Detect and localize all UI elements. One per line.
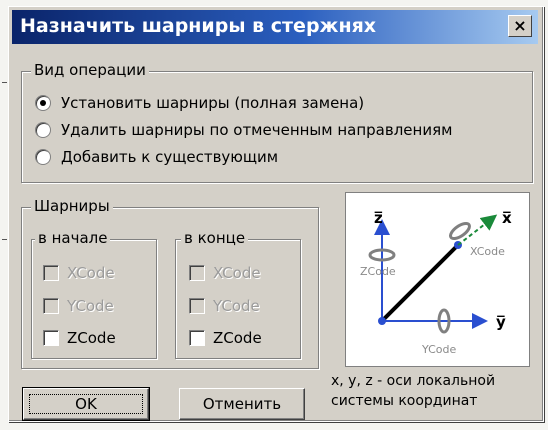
axis-z-label: z̅ xyxy=(374,209,383,227)
checkbox-label: XCode xyxy=(67,264,115,282)
end-ycode-checkbox[interactable]: YCode xyxy=(189,297,260,315)
checkbox-label: YCode xyxy=(67,297,114,315)
xcode-rotation-icon xyxy=(449,221,471,241)
ycode-label: YCode xyxy=(421,343,457,356)
radio-button[interactable] xyxy=(35,149,51,165)
hinges-start-legend: в начале xyxy=(35,229,111,247)
end-zcode-checkbox[interactable]: ZCode xyxy=(189,329,262,347)
checkbox-box[interactable] xyxy=(43,265,59,281)
checkbox-label: YCode xyxy=(213,297,260,315)
zcode-label: ZCode xyxy=(360,265,396,278)
ok-button[interactable]: OK xyxy=(22,387,150,421)
operation-legend: Вид операции xyxy=(31,61,149,79)
note-line-1: x, y, z - оси локальной xyxy=(331,373,496,389)
close-button[interactable]: × xyxy=(508,15,532,37)
margin-mark xyxy=(2,239,7,240)
checkbox-label: XCode xyxy=(213,264,261,282)
cancel-label: Отменить xyxy=(202,395,282,413)
axis-x-label: x̅ xyxy=(502,209,512,227)
note-line-2: системы координат xyxy=(331,393,478,409)
checkbox-box[interactable] xyxy=(189,298,205,314)
x-axis-arrow xyxy=(457,214,498,246)
axis-y-label: y̅ xyxy=(496,313,506,331)
radio-button[interactable] xyxy=(35,95,51,111)
margin-mark xyxy=(2,82,7,83)
axes-note: x, y, z - оси локальной системы координа… xyxy=(331,371,495,411)
radio-remove-hinges[interactable]: Удалить шарниры по отмеченным направлени… xyxy=(35,121,452,139)
hinges-end-legend: в конце xyxy=(181,229,249,247)
checkbox-label: ZCode xyxy=(67,329,116,347)
radio-label: Добавить к существующим xyxy=(61,148,279,166)
radio-label: Удалить шарниры по отмеченным направлени… xyxy=(61,121,453,139)
radio-add-to-existing[interactable]: Добавить к существующим xyxy=(35,148,278,166)
dialog-title: Назначить шарниры в стержнях xyxy=(20,15,377,37)
rod-start-node xyxy=(378,317,386,325)
hinges-legend: Шарниры xyxy=(31,197,113,215)
local-axes-diagram: z̅ x̅ y̅ ZCode XCode YCode xyxy=(345,192,530,367)
radio-button[interactable] xyxy=(35,122,51,138)
dialog-window: Назначить шарниры в стержнях × Вид опера… xyxy=(8,6,544,422)
checkbox-box[interactable] xyxy=(43,330,59,346)
close-icon: × xyxy=(513,16,527,35)
start-zcode-checkbox[interactable]: ZCode xyxy=(43,329,116,347)
checkbox-label: ZCode xyxy=(213,329,262,347)
start-ycode-checkbox[interactable]: YCode xyxy=(43,297,114,315)
title-bar[interactable]: Назначить шарниры в стержнях × xyxy=(12,10,538,44)
axes-illustration: z̅ x̅ y̅ ZCode XCode YCode xyxy=(360,209,512,356)
checkbox-box[interactable] xyxy=(189,330,205,346)
focus-rect xyxy=(29,394,143,414)
radio-install-hinges[interactable]: Установить шарниры (полная замена) xyxy=(35,94,364,112)
radio-label: Установить шарниры (полная замена) xyxy=(61,94,365,112)
end-xcode-checkbox[interactable]: XCode xyxy=(189,264,261,282)
checkbox-box[interactable] xyxy=(43,298,59,314)
checkbox-box[interactable] xyxy=(189,265,205,281)
start-xcode-checkbox[interactable]: XCode xyxy=(43,264,115,282)
xcode-label: XCode xyxy=(470,245,505,258)
cancel-button[interactable]: Отменить xyxy=(179,388,305,420)
